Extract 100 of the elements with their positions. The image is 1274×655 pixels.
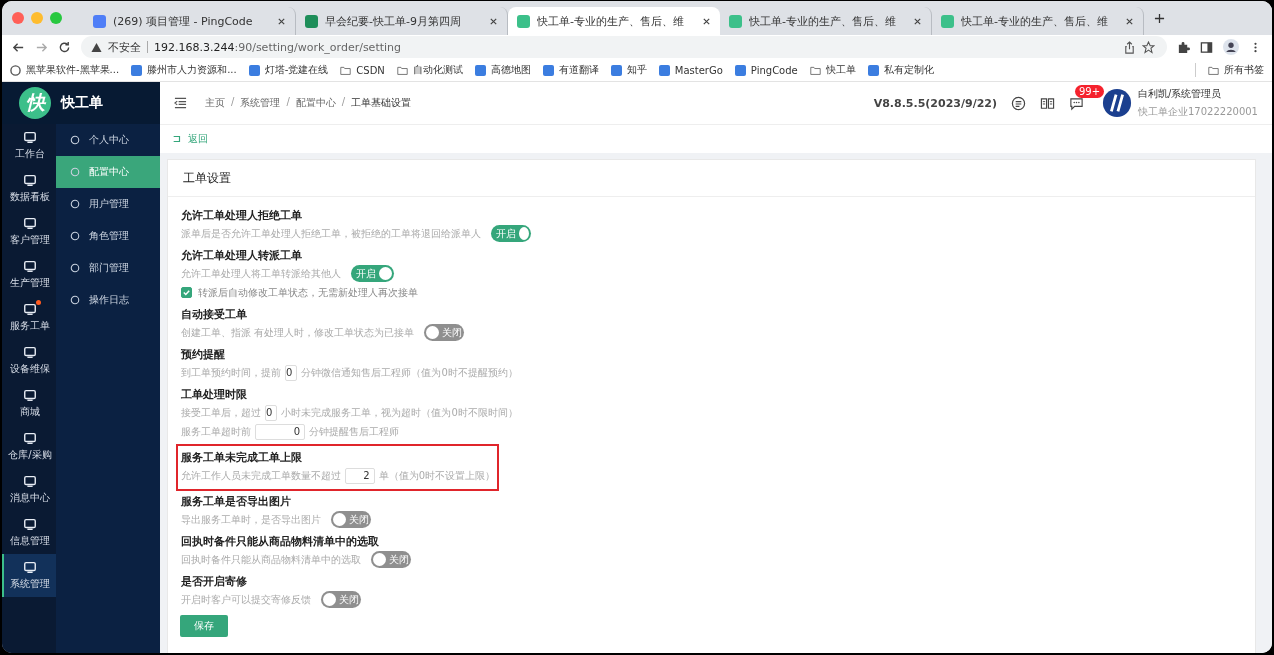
- setting-title: 回执时备件只能从商品物料清单中的选取: [181, 534, 380, 550]
- bookmark[interactable]: PingCode: [734, 64, 798, 76]
- folder-icon: [396, 64, 408, 76]
- message-icon[interactable]: [1069, 95, 1084, 111]
- reload-icon[interactable]: [58, 40, 71, 54]
- submenu-item[interactable]: 操作日志: [56, 284, 160, 316]
- site-icon: [248, 64, 260, 76]
- setting-description: 到工单预约时间，提前: [181, 365, 281, 380]
- site-icon: [542, 64, 554, 76]
- browser-tab[interactable]: 快工单-专业的生产、售后、维: [932, 7, 1144, 35]
- site-icon: [658, 64, 670, 76]
- module-icon: [23, 302, 37, 316]
- bookmark[interactable]: 滕州市人力资源和...: [131, 63, 237, 77]
- nav-item[interactable]: 数据看板: [2, 167, 56, 210]
- menu-icon: [70, 167, 80, 177]
- checkbox[interactable]: [181, 287, 192, 298]
- setting-description: 接受工单后，超过: [181, 405, 261, 420]
- bookmark[interactable]: CSDN: [340, 64, 385, 76]
- nav-item[interactable]: 工作台: [2, 124, 56, 167]
- close-icon[interactable]: [277, 16, 286, 26]
- chat-list-icon[interactable]: [1011, 95, 1026, 111]
- menu-icon: [70, 135, 80, 145]
- browser-tab[interactable]: (269) 项目管理 - PingCode: [84, 7, 296, 35]
- nav-item[interactable]: 系统管理: [2, 554, 56, 597]
- module-icon: [23, 388, 37, 402]
- bookmark[interactable]: 自动化测试: [396, 63, 463, 77]
- profile-icon[interactable]: [1223, 39, 1239, 55]
- setting-description: 分钟微信通知售后工程师（值为0时不提醒预约）: [301, 365, 518, 380]
- close-icon[interactable]: [702, 16, 711, 26]
- bookmark[interactable]: 知乎: [610, 63, 647, 77]
- module-icon: [23, 474, 37, 488]
- breadcrumb-separator: /: [286, 96, 290, 109]
- address-field[interactable]: 不安全 192.168.3.244:90/setting/work_order/setting: [81, 36, 1167, 58]
- bookmark[interactable]: 有道翻译: [542, 63, 599, 77]
- bookmark[interactable]: 高德地图: [474, 63, 531, 77]
- setting-description: 允许工作人员未完成工单数量不超过: [181, 468, 341, 483]
- close-icon[interactable]: [489, 16, 498, 26]
- submenu-item[interactable]: 部门管理: [56, 252, 160, 284]
- browser-tab[interactable]: 快工单-专业的生产、售后、维: [508, 7, 720, 35]
- close-icon[interactable]: [913, 16, 922, 26]
- site-icon: [131, 64, 143, 76]
- nav-item[interactable]: 信息管理: [2, 511, 56, 554]
- bookmark[interactable]: 快工单: [809, 63, 856, 77]
- nav-item[interactable]: 消息中心: [2, 468, 56, 511]
- menu-icon: [70, 231, 80, 241]
- module-icon: [23, 173, 37, 187]
- bookmark[interactable]: 黑苹果软件-黑苹果...: [10, 63, 120, 77]
- star-icon[interactable]: [1142, 40, 1155, 54]
- module-icon: [23, 560, 37, 574]
- setting-title: 预约提醒: [181, 347, 226, 363]
- number-input[interactable]: 2: [345, 467, 375, 484]
- setting-title: 服务工单是否导出图片: [181, 494, 292, 510]
- user-name: 白利凯/系统管理员: [1138, 87, 1223, 101]
- puzzle-icon[interactable]: [1177, 40, 1190, 54]
- folder-icon: [809, 64, 821, 76]
- number-input[interactable]: 0: [285, 364, 298, 381]
- folder-icon: [1208, 64, 1219, 76]
- breadcrumb-item[interactable]: 主页: [205, 96, 225, 110]
- company-logo: [1102, 88, 1132, 118]
- breadcrumb-item[interactable]: 系统管理: [240, 96, 281, 110]
- breadcrumb-item: 工单基础设置: [351, 96, 412, 110]
- collapse-menu-icon[interactable]: [174, 97, 187, 109]
- site-icon: [867, 64, 879, 76]
- breadcrumb-item[interactable]: 配置中心: [295, 96, 336, 110]
- share-icon[interactable]: [1123, 40, 1136, 54]
- setting-title: 服务工单未完成工单上限: [181, 450, 303, 466]
- submenu-item[interactable]: 个人中心: [56, 124, 160, 156]
- nav-item[interactable]: 服务工单: [2, 296, 56, 339]
- app-logo: 快: [19, 87, 51, 119]
- menu-icon: [70, 263, 80, 273]
- browser-tab[interactable]: 快工单-专业的生产、售后、维: [720, 7, 932, 35]
- browser-tab[interactable]: 早会纪要-快工单-9月第四周: [296, 7, 508, 35]
- setting-description: 派单后是否允许工单处理人拒绝工单，被拒绝的工单将退回给派单人: [181, 226, 481, 241]
- new-tab-icon[interactable]: [1154, 12, 1165, 24]
- book-icon[interactable]: [1040, 95, 1055, 111]
- nav-item[interactable]: 设备维保: [2, 339, 56, 382]
- bookmark[interactable]: MasterGo: [658, 64, 723, 76]
- submenu-item[interactable]: 角色管理: [56, 220, 160, 252]
- nav-item[interactable]: 商城: [2, 382, 56, 425]
- module-icon: [23, 259, 37, 273]
- nav-item[interactable]: 客户管理: [2, 210, 56, 253]
- setting-title: 工单处理时限: [181, 387, 248, 403]
- side-panel-icon[interactable]: [1200, 40, 1213, 54]
- nav-item[interactable]: 仓库/采购: [2, 425, 56, 468]
- setting-description: 回执时备件只能从商品物料清单中的选取: [181, 552, 361, 567]
- bookmark[interactable]: 灯塔-党建在线: [248, 63, 329, 77]
- module-icon: [23, 517, 37, 531]
- bookmark[interactable]: 所有书签: [1208, 63, 1264, 77]
- number-input[interactable]: 0: [255, 423, 305, 440]
- nav-item[interactable]: 生产管理: [2, 253, 56, 296]
- submenu-item[interactable]: 用户管理: [56, 188, 160, 220]
- module-icon: [23, 130, 37, 144]
- bookmark[interactable]: 私有定制化: [867, 63, 934, 77]
- warning-icon: [91, 41, 102, 53]
- setting-title: 自动接受工单: [181, 307, 248, 323]
- close-icon[interactable]: [1125, 16, 1134, 26]
- setting-description: 导出服务工单时，是否导出图片: [181, 512, 321, 527]
- number-input[interactable]: 0: [265, 404, 278, 421]
- setting-description: 单（值为0时不设置上限）: [378, 468, 495, 483]
- menu-icon: [70, 295, 80, 305]
